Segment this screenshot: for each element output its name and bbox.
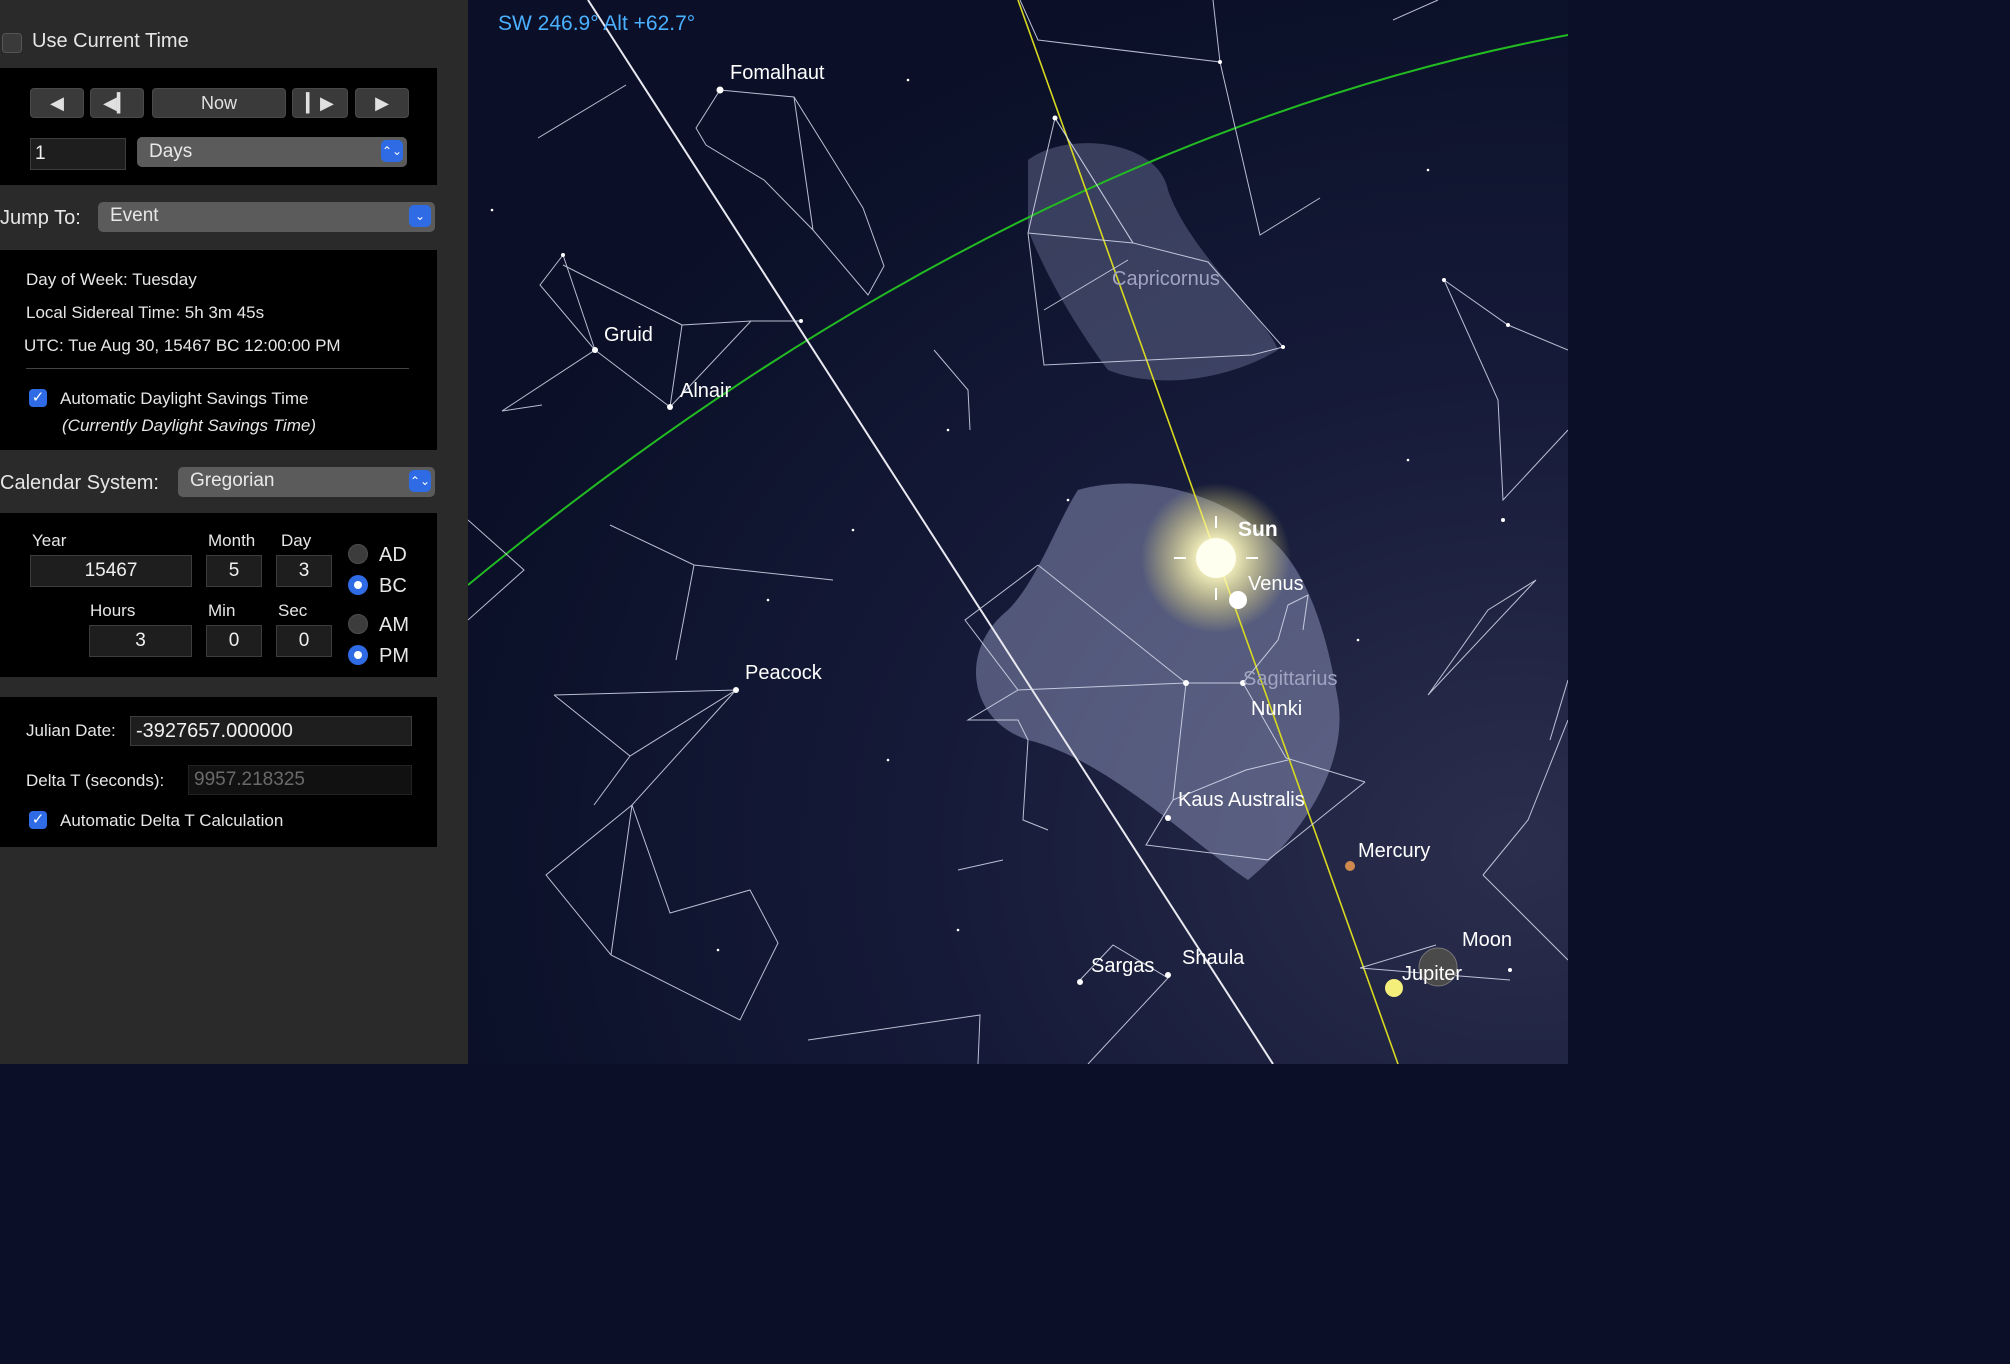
star-label: Alnair <box>680 380 731 402</box>
step-unit-value: Days <box>149 141 193 162</box>
capricornus-artwork <box>1028 143 1278 381</box>
am-label: AM <box>379 614 409 636</box>
day-input[interactable]: 3 <box>276 555 332 587</box>
auto-delta-t-label: Automatic Delta T Calculation <box>60 811 284 830</box>
year-label: Year <box>32 531 67 550</box>
hours-input[interactable]: 3 <box>89 625 192 657</box>
use-current-time-label: Use Current Time <box>32 30 189 52</box>
now-button[interactable]: Now <box>152 88 286 118</box>
step-unit-select[interactable]: Days ⌃⌄ <box>137 137 407 167</box>
planet-label: Venus <box>1248 573 1304 595</box>
step-forward-fast-button[interactable]: ▶ <box>355 88 409 118</box>
ad-label: AD <box>379 544 407 566</box>
star-label: Peacock <box>745 662 823 684</box>
calendar-system-label: Calendar System: <box>0 472 159 494</box>
planet-label: Moon <box>1462 929 1512 951</box>
time-step-group: ◀ ◀▎ Now ▎▶ ▶ 1 Days ⌃⌄ <box>0 68 437 185</box>
star-label: Shaula <box>1182 947 1245 969</box>
step-forward-button[interactable]: ▎▶ <box>292 88 348 118</box>
venus-disc[interactable] <box>1229 591 1247 609</box>
julian-date-label: Julian Date: <box>26 721 116 740</box>
min-input[interactable]: 0 <box>206 625 262 657</box>
julian-date-input[interactable]: -3927657.000000 <box>130 716 412 746</box>
chevron-down-icon: ⌄ <box>409 205 431 227</box>
auto-delta-t-checkbox[interactable]: ✓ <box>29 811 47 829</box>
constellation-label: Sagittarius <box>1243 668 1338 690</box>
month-input[interactable]: 5 <box>206 555 262 587</box>
ecliptic-line <box>468 34 1568 586</box>
star-label: Kaus Australis <box>1178 789 1305 811</box>
jump-to-value: Event <box>110 205 159 226</box>
jupiter-disc[interactable] <box>1385 979 1403 997</box>
day-of-week-text: Day of Week: Tuesday <box>26 270 197 289</box>
date-entry-group: Year Month Day 15467 5 3 AD BC Hours Min… <box>0 513 437 677</box>
am-radio[interactable] <box>348 614 368 634</box>
pm-radio[interactable] <box>348 645 368 665</box>
bc-label: BC <box>379 575 407 597</box>
time-control-panel: Use Current Time ◀ ◀▎ Now ▎▶ ▶ 1 Days ⌃⌄… <box>0 0 468 1064</box>
step-amount-input[interactable]: 1 <box>30 138 126 170</box>
sky-chart-view[interactable]: SW 246.9° Alt +62.7° Fomalhaut Gruid Aln… <box>468 0 1568 1064</box>
constellation-lines <box>468 0 1568 1064</box>
step-back-fast-button[interactable]: ◀ <box>30 88 84 118</box>
dst-note: (Currently Daylight Savings Time) <box>62 416 316 435</box>
planet-label: Mercury <box>1358 840 1430 862</box>
sidereal-time-text: Local Sidereal Time: 5h 3m 45s <box>26 303 265 322</box>
month-label: Month <box>208 531 256 550</box>
jump-to-label: Jump To: <box>0 207 81 229</box>
constellation-label: Capricornus <box>1112 268 1220 290</box>
chevron-updown-icon: ⌃⌄ <box>409 470 431 492</box>
divider <box>26 368 409 369</box>
calendar-system-select[interactable]: Gregorian ⌃⌄ <box>178 467 435 497</box>
sec-input[interactable]: 0 <box>276 625 332 657</box>
star-label: Gruid <box>604 324 653 346</box>
planet-label: Jupiter <box>1402 963 1462 985</box>
star-label: Nunki <box>1251 698 1302 720</box>
step-back-button[interactable]: ◀▎ <box>90 88 144 118</box>
delta-t-label: Delta T (seconds): <box>26 771 165 790</box>
auto-dst-checkbox[interactable]: ✓ <box>29 389 47 407</box>
pm-label: PM <box>379 645 409 667</box>
sky-chart-canvas[interactable]: SW 246.9° Alt +62.7° Fomalhaut Gruid Aln… <box>468 0 1568 1064</box>
chevron-updown-icon: ⌃⌄ <box>381 140 403 162</box>
sun-disc[interactable] <box>1196 538 1236 578</box>
direction-readout: SW 246.9° Alt +62.7° <box>498 12 695 35</box>
planet-label: Sun <box>1238 518 1278 541</box>
mercury-disc[interactable] <box>1345 861 1355 871</box>
calendar-system-value: Gregorian <box>190 470 275 491</box>
time-info-group: Day of Week: Tuesday Local Sidereal Time… <box>0 250 437 450</box>
delta-t-input[interactable]: 9957.218325 <box>188 765 412 795</box>
star-label: Sargas <box>1091 955 1154 977</box>
auto-dst-label: Automatic Daylight Savings Time <box>60 389 309 408</box>
julian-group: Julian Date: -3927657.000000 Delta T (se… <box>0 697 437 847</box>
jump-to-select[interactable]: Event ⌄ <box>98 202 435 232</box>
use-current-time-checkbox[interactable] <box>2 33 22 53</box>
hours-label: Hours <box>90 601 136 620</box>
star-label: Fomalhaut <box>730 62 825 84</box>
bc-radio[interactable] <box>348 575 368 595</box>
sec-label: Sec <box>278 601 308 620</box>
min-label: Min <box>208 601 236 620</box>
utc-text: UTC: Tue Aug 30, 15467 BC 12:00:00 PM <box>24 336 341 355</box>
ad-radio[interactable] <box>348 544 368 564</box>
day-label: Day <box>281 531 312 550</box>
year-input[interactable]: 15467 <box>30 555 192 587</box>
